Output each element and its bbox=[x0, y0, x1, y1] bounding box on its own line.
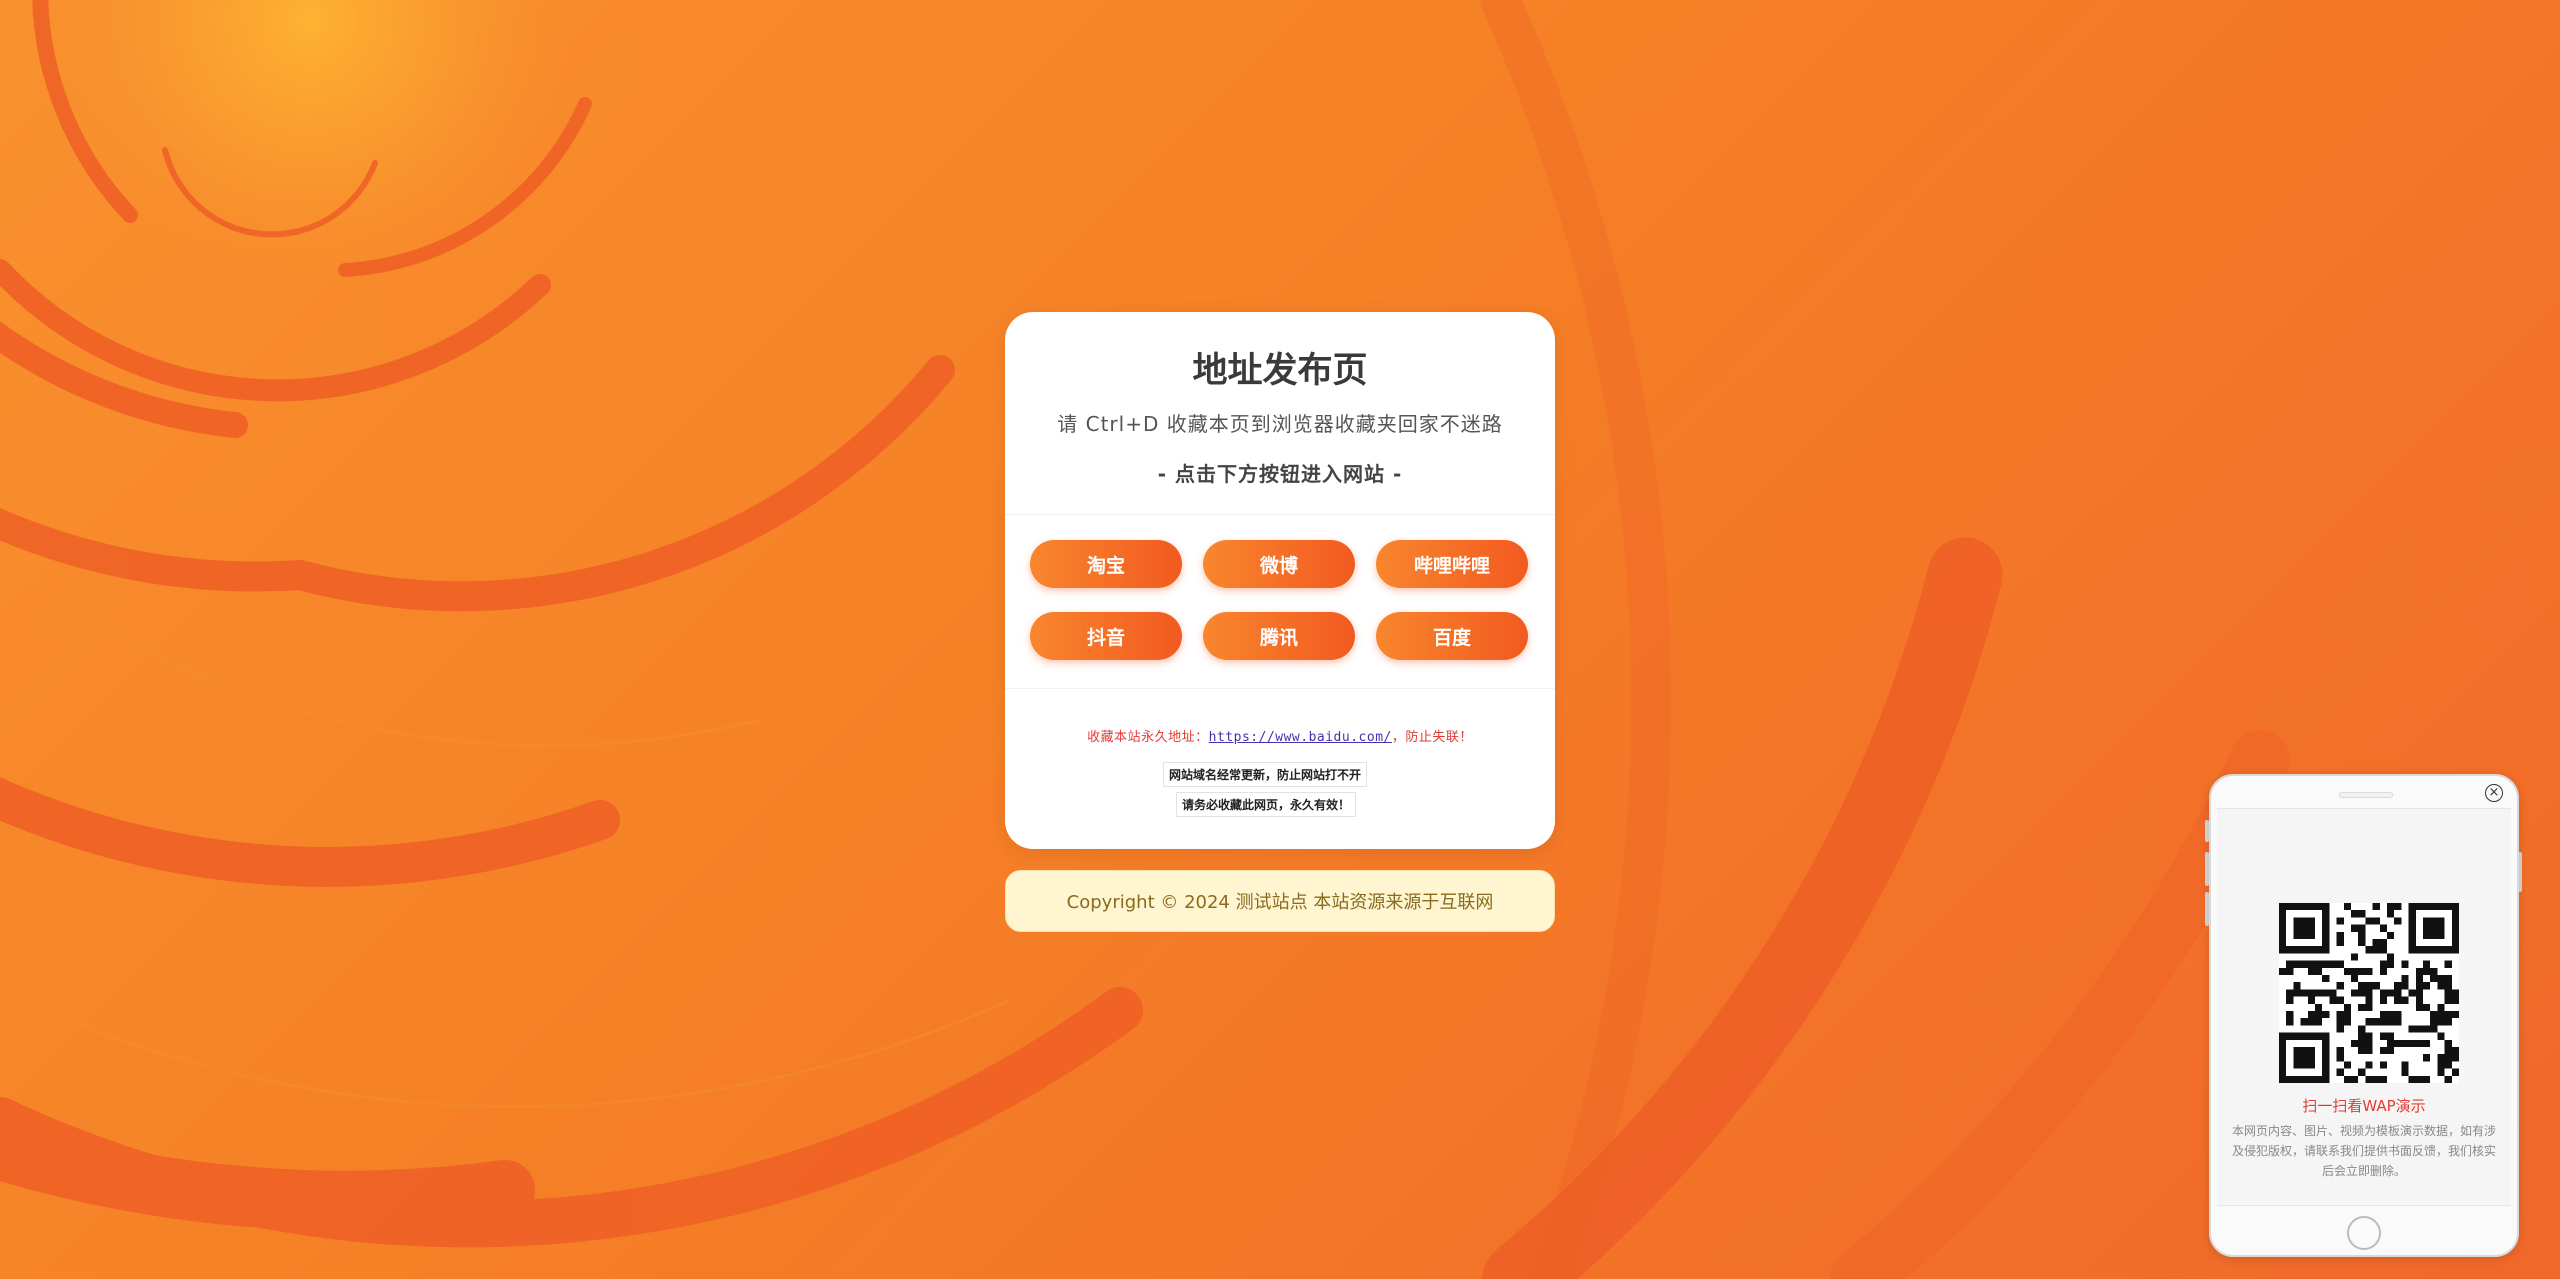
bookmark-reminder-tag: 请务必收藏此网页，永久有效！ bbox=[1176, 792, 1357, 817]
douyin-button[interactable]: 抖音 bbox=[1030, 612, 1182, 660]
phone-home-button[interactable] bbox=[2347, 1216, 2381, 1250]
copyright-disclaimer: 本网页内容、图片、视频为模板演示数据，如有涉及侵犯版权，请联系我们提供书面反馈，… bbox=[2231, 1124, 2496, 1178]
notice-suffix: ，防止失联！ bbox=[1391, 730, 1473, 745]
qr-scan-label: 扫一扫看WAP演示 bbox=[2302, 1097, 2426, 1115]
taobao-button[interactable]: 淘宝 bbox=[1030, 540, 1182, 588]
phone-screen: 扫一扫看WAP演示 本网页内容、图片、视频为模板演示数据，如有涉及侵犯版权，请联… bbox=[2217, 808, 2511, 1206]
baidu-button[interactable]: 百度 bbox=[1376, 612, 1528, 660]
qr-code-icon bbox=[2279, 903, 2459, 1083]
weibo-button[interactable]: 微博 bbox=[1203, 540, 1355, 588]
permanent-address-link[interactable]: https://www.baidu.com/ bbox=[1209, 730, 1392, 745]
phone-speaker bbox=[2339, 792, 2393, 798]
copyright-footer: Copyright © 2024 测试站点 本站资源来源于互联网 bbox=[1005, 870, 1555, 932]
domain-update-tag: 网站域名经常更新，防止网站打不开 bbox=[1163, 762, 1368, 787]
permanent-address-notice: 收藏本站永久地址：https://www.baidu.com/，防止失联！ bbox=[1005, 726, 1555, 745]
enter-site-hint: - 点击下方按钮进入网站 - bbox=[1157, 462, 1403, 486]
copyright-text: Copyright © 2024 测试站点 本站资源来源于互联网 bbox=[1066, 892, 1494, 913]
wap-preview-phone: × 扫一扫看WAP演示 本网页内容、图片、视频为模板演示数据，如有涉及侵犯版权，… bbox=[2209, 774, 2519, 1257]
tencent-button[interactable]: 腾讯 bbox=[1203, 612, 1355, 660]
bookmark-hint: 请 Ctrl+D 收藏本页到浏览器收藏夹回家不迷路 bbox=[1057, 412, 1503, 436]
notice-prefix: 收藏本站永久地址： bbox=[1087, 730, 1209, 745]
close-icon[interactable]: × bbox=[2485, 784, 2503, 802]
address-card: 地址发布页 请 Ctrl+D 收藏本页到浏览器收藏夹回家不迷路 - 点击下方按钮… bbox=[1005, 312, 1555, 849]
page-title: 地址发布页 bbox=[1192, 351, 1368, 391]
bilibili-button[interactable]: 哔哩哔哩 bbox=[1376, 540, 1528, 588]
section-divider bbox=[1005, 688, 1555, 689]
